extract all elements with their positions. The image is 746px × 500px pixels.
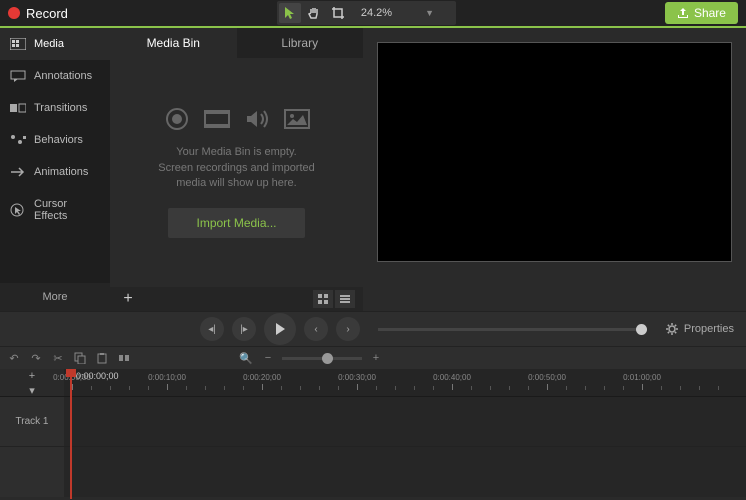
zoom-thumb[interactable] [322,353,333,364]
zoom-out-button[interactable]: − [260,350,276,366]
play-button[interactable] [264,313,296,345]
tab-library[interactable]: Library [237,28,364,58]
sidebar-item-cursor-effects[interactable]: Cursor Effects [0,188,110,232]
timeline-tracks: Track 1 [0,397,746,497]
sidebar-item-transitions[interactable]: Transitions [0,92,110,124]
next-marker-button[interactable]: › [336,317,360,341]
sidebar-item-label: Behaviors [34,134,83,146]
import-media-button[interactable]: Import Media... [168,208,304,238]
bin-empty-state: Your Media Bin is empty. Screen recordin… [110,58,363,287]
track-area[interactable] [64,397,746,497]
sidebar-item-label: Media [34,38,64,50]
timeline-zoom-slider[interactable]: 🔍 − + [238,350,384,366]
track-label[interactable]: Track 1 [0,397,64,447]
prev-frame-button[interactable]: ◂| [200,317,224,341]
sidebar-item-animations[interactable]: Animations [0,156,110,188]
timeline-toolbar: ↶ ↷ ✂ 🔍 − + [0,347,746,369]
top-toolbar: Record 24.2% ▼ Share [0,0,746,28]
transitions-icon [10,102,26,114]
preview-panel [363,28,746,311]
zoom-in-button[interactable]: + [368,350,384,366]
media-bin-panel: Media Bin Library Your Media Bin is empt… [110,28,363,311]
more-button[interactable]: More [0,283,110,311]
tab-media-bin[interactable]: Media Bin [110,28,237,58]
gear-icon [665,322,679,336]
crop-tool[interactable] [327,3,349,23]
sidebar-item-annotations[interactable]: Annotations [0,60,110,92]
scrubber-handle[interactable] [636,324,647,335]
properties-label: Properties [684,323,734,335]
select-tool[interactable] [279,3,301,23]
annotations-icon [10,70,26,82]
prev-marker-button[interactable]: ‹ [304,317,328,341]
list-view-button[interactable] [335,290,355,308]
paste-button[interactable] [94,350,110,366]
timeline: ↶ ↷ ✂ 🔍 − + + ▾ 0:00:00;00 0:00:00;000:0… [0,347,746,500]
media-icon [10,38,26,50]
sidebar-item-label: Animations [34,166,88,178]
preview-canvas[interactable] [377,42,732,262]
add-media-button[interactable]: + [118,290,138,308]
zoom-track[interactable] [282,357,362,360]
timeline-ruler[interactable]: 0:00:00;00 0:00:00;000:00:10;000:00:20;0… [64,369,746,396]
record-button[interactable]: Record [8,6,68,21]
record-media-icon [163,107,191,131]
cursor-icon [10,204,26,216]
cut-button[interactable]: ✂ [50,350,66,366]
track-row[interactable] [64,397,746,447]
sidebar-item-behaviors[interactable]: Behaviors [0,124,110,156]
record-label: Record [26,6,68,21]
playback-scrubber[interactable] [378,328,647,331]
animations-icon [10,166,26,178]
bin-tabs: Media Bin Library [110,28,363,58]
bin-empty-text: Your Media Bin is empty. Screen recordin… [158,145,315,191]
sidebar-item-label: Annotations [34,70,92,82]
canvas-tools: 24.2% ▼ [277,1,456,25]
bin-footer: + [110,287,363,311]
behaviors-icon [10,134,26,146]
undo-button[interactable]: ↶ [6,350,22,366]
split-button[interactable] [116,350,132,366]
audio-media-icon [243,107,271,131]
sidebar-item-media[interactable]: Media [0,28,110,60]
share-icon [677,7,689,19]
sidebar-item-label: Cursor Effects [34,198,100,222]
zoom-fit-icon[interactable]: 🔍 [238,350,254,366]
sidebar-item-label: Transitions [34,102,87,114]
next-frame-button[interactable]: |▸ [232,317,256,341]
properties-button[interactable]: Properties [665,322,734,336]
image-media-icon [283,107,311,131]
record-icon [8,7,20,19]
add-track-button[interactable]: + [24,370,40,382]
collapse-tracks-button[interactable]: ▾ [24,384,40,396]
redo-button[interactable]: ↷ [28,350,44,366]
sidebar: Media Annotations Transitions Behaviors … [0,28,110,311]
zoom-dropdown[interactable]: 24.2% ▼ [353,5,454,21]
chevron-down-icon: ▼ [425,8,434,18]
timeline-header: + ▾ 0:00:00;00 0:00:00;000:00:10;000:00:… [0,369,746,397]
share-button[interactable]: Share [665,2,738,24]
grid-view-button[interactable] [313,290,333,308]
pan-tool[interactable] [303,3,325,23]
video-media-icon [203,107,231,131]
playhead[interactable] [70,369,72,499]
copy-button[interactable] [72,350,88,366]
playback-bar: ◂| |▸ ‹ › Properties [0,311,746,347]
zoom-value: 24.2% [361,7,392,19]
share-label: Share [694,6,726,20]
